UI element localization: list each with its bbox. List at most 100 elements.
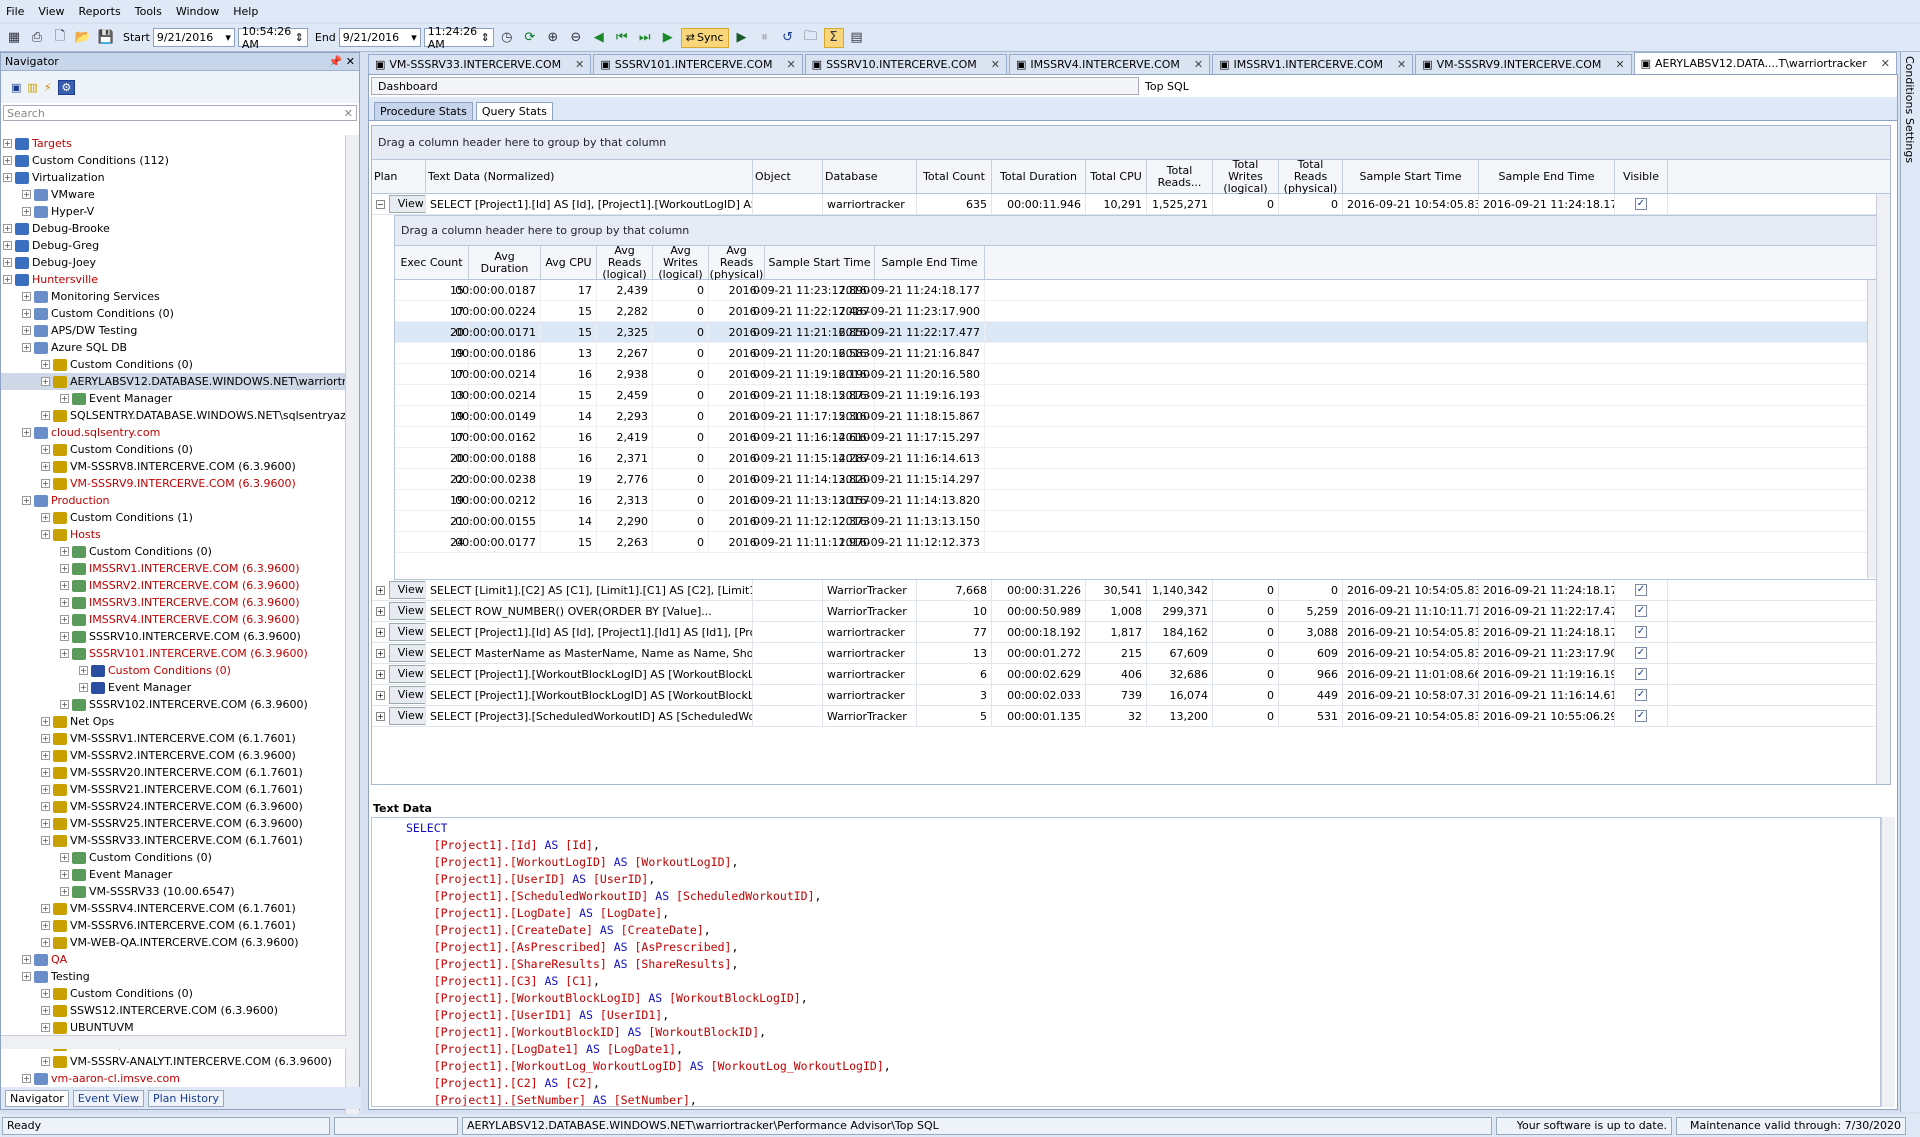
- tree-node[interactable]: + IMSSRV1.INTERCERVE.COM (6.3.9600): [1, 560, 347, 577]
- detail-row[interactable]: 22 00:00:00.0238 19 2,776 0 0 2016-09-21 11:14…: [395, 469, 1881, 490]
- tree-node[interactable]: + VMware: [1, 186, 347, 203]
- column-header[interactable]: Database: [823, 160, 917, 193]
- view-plan-button[interactable]: View: [388, 665, 425, 683]
- expand-icon[interactable]: +: [41, 717, 50, 726]
- menu-item-view[interactable]: View: [38, 5, 64, 18]
- expand-icon[interactable]: +: [41, 751, 50, 760]
- detail-row[interactable]: 21 00:00:00.0155 14 2,290 0 0 2016-09-21 11:12…: [395, 511, 1881, 532]
- tree-node[interactable]: + Custom Conditions (0): [1, 849, 347, 866]
- tree-node[interactable]: + cloud.sqlsentry.com: [1, 424, 347, 441]
- tree-node[interactable]: + VM-SSSRV6.INTERCERVE.COM (6.1.7601): [1, 917, 347, 934]
- clock-icon[interactable]: ◷: [497, 28, 517, 48]
- table-row[interactable]: + View SELECT ROW_NUMBER() OVER(ORDER BY […: [372, 600, 1890, 622]
- close-tab-icon[interactable]: ✕: [1194, 58, 1203, 71]
- close-tab-icon[interactable]: ✕: [1397, 58, 1406, 71]
- tree-node[interactable]: + Hyper-V: [1, 203, 347, 220]
- expand-icon[interactable]: +: [60, 394, 69, 403]
- column-header[interactable]: Sample Start Time: [1343, 160, 1479, 193]
- tree-node[interactable]: + VM-SSSRV9.INTERCERVE.COM (6.3.9600): [1, 475, 347, 492]
- tree-node[interactable]: + Monitoring Services: [1, 288, 347, 305]
- tree-vertical-scrollbar[interactable]: [345, 135, 359, 1115]
- tree-node[interactable]: + Hosts: [1, 526, 347, 543]
- visible-checkbox[interactable]: ✓: [1635, 689, 1647, 701]
- view-plan-button[interactable]: View: [388, 707, 425, 725]
- document-tab[interactable]: ▣ IMSSRV1.INTERCERVE.COM ✕: [1212, 54, 1414, 74]
- expand-icon[interactable]: +: [60, 632, 69, 641]
- document-tab[interactable]: ▣ SSSRV101.INTERCERVE.COM ✕: [593, 54, 803, 74]
- tree-node[interactable]: + Debug-Greg: [1, 237, 347, 254]
- view-plan-button[interactable]: View: [388, 602, 425, 620]
- tree-node[interactable]: + QA: [1, 951, 347, 968]
- tree-node[interactable]: + VM-SSSRV-ANALYT.INTERCERVE.COM (6.3.960…: [1, 1053, 347, 1070]
- detail-row[interactable]: 13 00:00:00.0214 15 2,459 0 0 2016-09-21 11:18…: [395, 385, 1881, 406]
- forward-icon[interactable]: ▶: [658, 28, 678, 48]
- expand-icon[interactable]: +: [41, 513, 50, 522]
- tree-node[interactable]: + Debug-Brooke: [1, 220, 347, 237]
- visible-checkbox[interactable]: ✓: [1635, 605, 1647, 617]
- expand-icon[interactable]: +: [41, 1057, 50, 1066]
- detail-column-header[interactable]: Avg Reads (physical): [709, 244, 765, 280]
- expand-icon[interactable]: +: [3, 275, 12, 284]
- expand-icon[interactable]: +: [41, 462, 50, 471]
- detail-row[interactable]: 20 00:00:00.0171 15 2,325 0 0 2016-09-21 11:21…: [395, 322, 1881, 343]
- expand-icon[interactable]: +: [41, 785, 50, 794]
- detail-column-header[interactable]: Avg Reads (logical): [597, 244, 653, 280]
- tree-node[interactable]: + Event Manager: [1, 679, 347, 696]
- expand-icon[interactable]: +: [3, 241, 12, 250]
- first-icon[interactable]: ⏮: [612, 28, 632, 48]
- detail-row[interactable]: 17 00:00:00.0224 15 2,282 0 0 2016-09-21 11:22…: [395, 301, 1881, 322]
- menu-item-reports[interactable]: Reports: [79, 5, 121, 18]
- column-header[interactable]: Sample End Time: [1479, 160, 1615, 193]
- tree-node[interactable]: + Custom Conditions (0): [1, 441, 347, 458]
- menu-item-tools[interactable]: Tools: [135, 5, 162, 18]
- expand-row-icon[interactable]: +: [376, 648, 385, 658]
- view-plan-button[interactable]: View: [388, 686, 425, 704]
- expand-icon[interactable]: +: [60, 598, 69, 607]
- tree-node[interactable]: + Debug-Joey: [1, 254, 347, 271]
- expand-icon[interactable]: +: [41, 530, 50, 539]
- document-tab[interactable]: ▣ VM-SSSRV9.INTERCERVE.COM ✕: [1415, 54, 1632, 74]
- window-icon[interactable]: ▤: [847, 28, 867, 48]
- expand-icon[interactable]: +: [3, 258, 12, 267]
- grid-scrollbar[interactable]: [1876, 194, 1890, 784]
- column-header[interactable]: Object: [753, 160, 823, 193]
- expand-icon[interactable]: +: [60, 700, 69, 709]
- zoom-out-icon[interactable]: ⊖: [566, 28, 586, 48]
- table-row[interactable]: − View SELECT [Project1].[Id] AS [Id], [Pr…: [372, 193, 1890, 215]
- expand-icon[interactable]: +: [41, 360, 50, 369]
- expand-icon[interactable]: +: [22, 309, 31, 318]
- tree-node[interactable]: + VM-SSSRV25.INTERCERVE.COM (6.3.9600): [1, 815, 347, 832]
- expand-icon[interactable]: +: [79, 666, 88, 675]
- lightning-icon[interactable]: ⚡: [44, 81, 52, 94]
- expand-icon[interactable]: +: [22, 972, 31, 981]
- close-tab-icon[interactable]: ✕: [1615, 58, 1624, 71]
- side-tab-settings[interactable]: Settings: [1903, 118, 1916, 163]
- pin-icon[interactable]: 📌: [329, 55, 343, 68]
- tree-node[interactable]: + Custom Conditions (0): [1, 662, 347, 679]
- close-tab-icon[interactable]: ✕: [786, 58, 795, 71]
- spinner-icon[interactable]: ⇕: [481, 31, 490, 44]
- tree-node[interactable]: + SSSRV101.INTERCERVE.COM (6.3.9600): [1, 645, 347, 662]
- start-date-field[interactable]: 9/21/2016 ▾: [152, 28, 235, 47]
- tab-query-stats[interactable]: Query Stats: [475, 102, 553, 120]
- expand-icon[interactable]: +: [41, 921, 50, 930]
- expand-row-icon[interactable]: +: [376, 690, 385, 700]
- detail-row[interactable]: 19 00:00:00.0149 14 2,293 0 0 2016-09-21 11:17…: [395, 406, 1881, 427]
- last-icon[interactable]: ⏭: [635, 28, 655, 48]
- expand-icon[interactable]: +: [79, 683, 88, 692]
- expand-icon[interactable]: +: [3, 224, 12, 233]
- expand-icon[interactable]: +: [41, 802, 50, 811]
- chevron-down-icon[interactable]: ▾: [225, 31, 231, 44]
- detail-column-header[interactable]: Sample End Time: [875, 246, 985, 279]
- expand-icon[interactable]: +: [41, 989, 50, 998]
- tree-node[interactable]: + VM-SSSRV21.INTERCERVE.COM (6.1.7601): [1, 781, 347, 798]
- detail-column-header[interactable]: Avg Duration: [469, 246, 541, 279]
- table-row[interactable]: + View SELECT [Project1].[Id] AS [Id], [Pr…: [372, 621, 1890, 643]
- tree-node[interactable]: + Virtualization: [1, 169, 347, 186]
- expand-icon[interactable]: +: [60, 853, 69, 862]
- expand-icon[interactable]: +: [60, 649, 69, 658]
- expand-icon[interactable]: +: [22, 496, 31, 505]
- tab-navigator[interactable]: Navigator: [5, 1089, 69, 1107]
- tree-node[interactable]: + Event Manager: [1, 866, 347, 883]
- settings-icon[interactable]: ⚙: [57, 79, 76, 95]
